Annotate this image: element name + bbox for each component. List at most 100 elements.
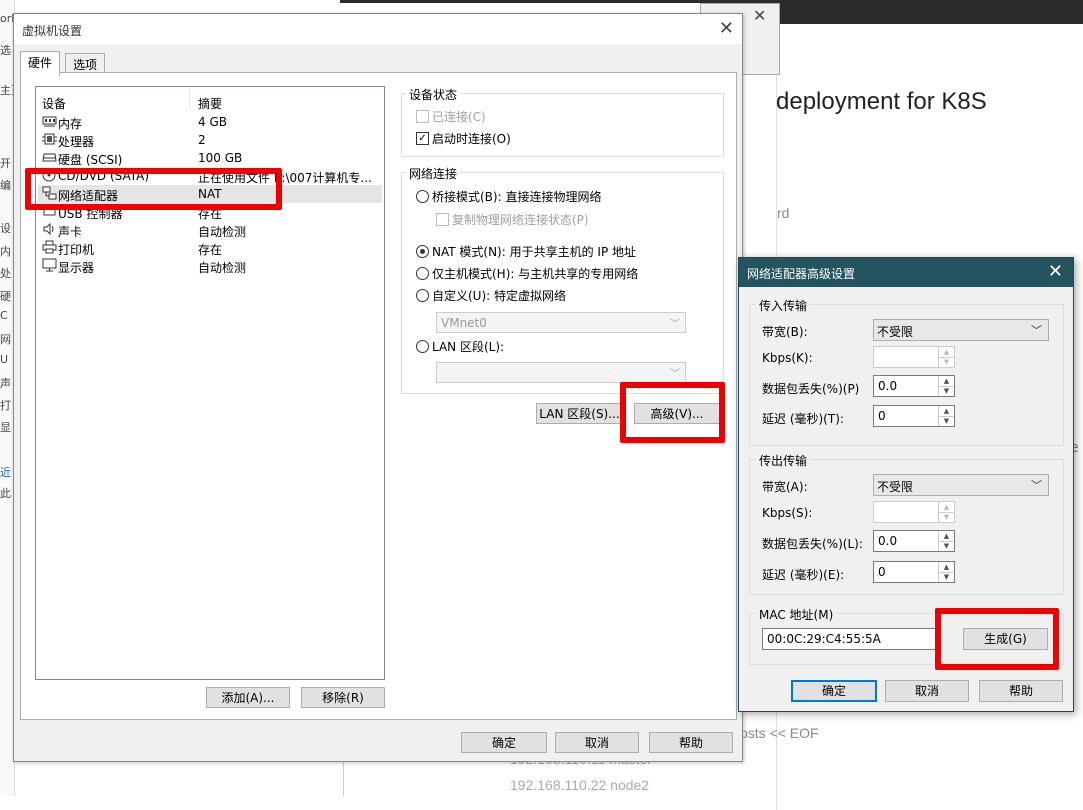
connected-checkbox[interactable] bbox=[416, 110, 429, 123]
column-header-summary[interactable]: 摘要 bbox=[198, 95, 222, 112]
host-only-label: 仅主机模式(H): 与主机共享的专用网络 bbox=[432, 267, 639, 281]
help-button[interactable]: 帮助 bbox=[649, 732, 733, 753]
input-value: 0 bbox=[878, 409, 886, 423]
highlight-generate-button bbox=[935, 608, 1059, 670]
incoming-group: 传入传输 带宽(B): 不受限 ﹀ Kbps(K): ▲ ▼ 数据包丢失(%)(P… bbox=[749, 297, 1064, 446]
kbps-label: Kbps(S): bbox=[762, 506, 813, 520]
sidebar-fragment: C bbox=[0, 309, 8, 322]
add-device-button[interactable]: 添加(A)... bbox=[206, 687, 290, 708]
lan-segment-select[interactable]: ﹀ bbox=[436, 362, 686, 383]
network-connection-group: 网络连接 桥接模式(B): 直接连接物理网络 复制物理网络连接状态(P) NAT… bbox=[401, 165, 724, 394]
bridged-label: 桥接模式(B): 直接连接物理网络 bbox=[432, 190, 602, 204]
custom-radio[interactable] bbox=[416, 289, 429, 302]
packet-loss-label: 数据包丢失(%)(P) bbox=[762, 382, 860, 396]
column-header-device[interactable]: 设备 bbox=[42, 95, 66, 112]
device-summary: 100 GB bbox=[198, 151, 243, 165]
dialog-title: 网络适配器高级设置 bbox=[747, 267, 856, 281]
bridged-radio[interactable] bbox=[416, 190, 429, 203]
group-label: 设备状态 bbox=[406, 86, 461, 103]
custom-network-select[interactable]: VMnet0 ﹀ bbox=[436, 312, 686, 333]
input-value: 0.0 bbox=[878, 379, 898, 393]
incoming-bandwidth-select[interactable]: 不受限 ﹀ bbox=[873, 319, 1049, 341]
lan-segments-button[interactable]: LAN 区段(S)... bbox=[536, 403, 623, 424]
nat-radio[interactable] bbox=[416, 245, 429, 258]
incoming-kbps-input[interactable]: ▲ ▼ bbox=[873, 346, 955, 368]
outgoing-kbps-input[interactable]: ▲ ▼ bbox=[873, 501, 955, 523]
spin-down-icon[interactable]: ▼ bbox=[938, 572, 954, 582]
tab-hardware[interactable]: 硬件 bbox=[20, 51, 61, 76]
incoming-latency-input[interactable]: 0 ▲ ▼ bbox=[873, 405, 955, 427]
input-value: 00:0C:29:C4:55:5A bbox=[767, 632, 881, 646]
sidebar-fragment: 处 bbox=[0, 267, 11, 280]
nat-label: NAT 模式(N): 用于共享主机的 IP 地址 bbox=[432, 245, 637, 259]
sidebar-fragment: 显 bbox=[0, 421, 11, 434]
background-page-title: deployment for K8S bbox=[776, 88, 987, 115]
incoming-packet-loss-input[interactable]: 0.0 ▲ ▼ bbox=[873, 375, 955, 397]
group-label: 传入传输 bbox=[756, 297, 811, 314]
background-window-titlebar bbox=[775, 0, 1083, 24]
dialog-titlebar: 网络适配器高级设置 ✕ bbox=[739, 258, 1073, 287]
device-summary: 2 bbox=[198, 133, 206, 147]
remove-device-button[interactable]: 移除(R) bbox=[301, 687, 385, 708]
replicate-state-label: 复制物理网络连接状态(P) bbox=[452, 213, 589, 227]
latency-label: 延迟 (毫秒)(T): bbox=[762, 412, 844, 426]
outgoing-bandwidth-select[interactable]: 不受限 ﹀ bbox=[873, 474, 1049, 496]
spin-down-icon[interactable]: ▼ bbox=[938, 541, 954, 551]
outgoing-packet-loss-input[interactable]: 0.0 ▲ ▼ bbox=[873, 530, 955, 552]
device-summary: 存在 bbox=[198, 243, 223, 257]
highlight-advanced-button bbox=[620, 382, 725, 443]
select-value: 不受限 bbox=[877, 325, 914, 339]
chevron-down-icon: ﹀ bbox=[1031, 324, 1042, 337]
outgoing-latency-input[interactable]: 0 ▲ ▼ bbox=[873, 561, 955, 583]
sidebar-fragment: 近 bbox=[0, 466, 11, 479]
device-name: 打印机 bbox=[58, 243, 95, 257]
device-name: 硬盘 (SCSI) bbox=[58, 153, 123, 167]
sidebar-fragment: 网 bbox=[0, 333, 11, 346]
device-row-printer[interactable]: 打印机 存在 bbox=[38, 239, 382, 257]
replicate-state-checkbox[interactable] bbox=[436, 213, 449, 226]
highlight-network-adapter bbox=[25, 168, 282, 210]
sound-icon bbox=[42, 222, 57, 236]
device-row-sound[interactable]: 声卡 自动检测 bbox=[38, 221, 382, 239]
close-icon[interactable]: ✕ bbox=[719, 18, 734, 39]
spin-down-icon[interactable]: ▼ bbox=[938, 512, 954, 522]
group-label: MAC 地址(M) bbox=[756, 606, 837, 623]
cancel-button[interactable]: 取消 bbox=[555, 732, 639, 753]
mac-address-input[interactable]: 00:0C:29:C4:55:5A bbox=[762, 628, 938, 650]
device-row-processor[interactable]: 处理器 2 bbox=[38, 131, 382, 149]
ok-button[interactable]: 确定 bbox=[461, 732, 547, 753]
device-row-memory[interactable]: 内存 4 GB bbox=[38, 113, 382, 131]
host-only-radio[interactable] bbox=[416, 267, 429, 280]
memory-icon bbox=[42, 114, 57, 128]
device-row-display[interactable]: 显示器 自动检测 bbox=[38, 257, 382, 275]
spin-down-icon[interactable]: ▼ bbox=[938, 416, 954, 426]
device-name: 内存 bbox=[58, 117, 83, 131]
connected-label: 已连接(C) bbox=[432, 110, 486, 124]
device-row-harddisk[interactable]: 硬盘 (SCSI) 100 GB bbox=[38, 149, 382, 167]
sidebar-fragment: 声 bbox=[0, 377, 11, 390]
printer-icon bbox=[42, 240, 57, 254]
cancel-button[interactable]: 取消 bbox=[885, 680, 969, 702]
ok-button[interactable]: 确定 bbox=[791, 680, 877, 702]
close-icon[interactable]: ✕ bbox=[1048, 261, 1063, 282]
sidebar-fragment: 选 bbox=[0, 44, 11, 57]
outgoing-group: 传出传输 带宽(A): 不受限 ﹀ Kbps(S): ▲ ▼ 数据包丢失(%)(L… bbox=[749, 452, 1064, 595]
help-button[interactable]: 帮助 bbox=[979, 680, 1063, 702]
spin-down-icon[interactable]: ▼ bbox=[938, 357, 954, 367]
close-icon[interactable]: ✕ bbox=[753, 6, 766, 25]
bandwidth-label: 带宽(A): bbox=[762, 480, 808, 494]
lan-segment-label: LAN 区段(L): bbox=[432, 340, 505, 354]
sidebar-fragment: 此 bbox=[0, 487, 11, 500]
spin-down-icon[interactable]: ▼ bbox=[938, 386, 954, 396]
lan-segment-radio[interactable] bbox=[416, 340, 429, 353]
device-summary: 4 GB bbox=[198, 115, 227, 129]
connect-on-power-label: 启动时连接(O) bbox=[432, 132, 511, 146]
sidebar-fragment: 开 bbox=[0, 157, 11, 170]
connect-on-power-checkbox[interactable]: ✓ bbox=[416, 132, 429, 145]
bandwidth-label: 带宽(B): bbox=[762, 325, 808, 339]
background-code-line: osts << EOF bbox=[740, 725, 819, 741]
device-summary: 自动检测 bbox=[198, 225, 247, 239]
chevron-down-icon: ﹀ bbox=[670, 319, 680, 330]
sidebar-fragment: 打 bbox=[0, 399, 11, 412]
column-divider bbox=[189, 89, 190, 107]
